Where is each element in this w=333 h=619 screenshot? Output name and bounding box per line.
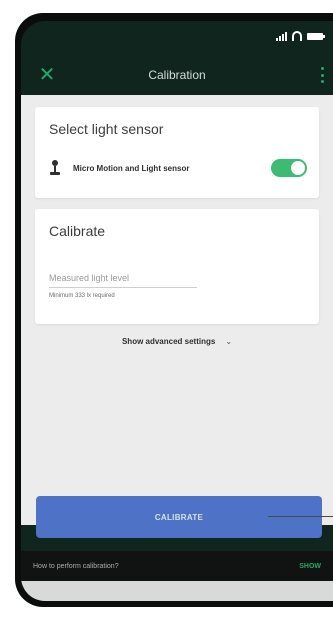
sensor-card-title: Select light sensor	[49, 121, 164, 137]
toggle-knob	[291, 161, 305, 175]
advanced-settings-toggle[interactable]: Show advanced settings ⌄	[21, 337, 333, 346]
sensor-toggle[interactable]	[271, 159, 307, 177]
sensor-icon	[49, 160, 61, 176]
bottom-nav-area	[21, 581, 333, 601]
helper-text: Minimum 333 lx required	[49, 293, 115, 299]
sensor-card: Select light sensor Micro Motion and Lig…	[35, 107, 319, 198]
calibrate-card-title: Calibrate	[49, 223, 106, 239]
app-screen: ✕ Calibration Select light sensor Micro …	[21, 21, 333, 601]
calibrate-button[interactable]: CALIBRATE	[36, 496, 322, 538]
snackbar-show-button[interactable]: SHOW	[299, 563, 321, 570]
battery-icon	[307, 32, 325, 40]
signal-icon	[276, 31, 287, 41]
app-bar: ✕ Calibration	[21, 55, 333, 95]
phone-frame: ✕ Calibration Select light sensor Micro …	[15, 13, 333, 607]
status-bar	[21, 21, 333, 55]
snackbar-text: How to perform calibration?	[33, 562, 119, 570]
measured-light-input[interactable]	[49, 269, 197, 288]
snackbar: How to perform calibration? SHOW	[21, 551, 333, 581]
page-title: Calibration	[148, 68, 206, 82]
advanced-settings-label: Show advanced settings	[121, 337, 216, 346]
sensor-name: Micro Motion and Light sensor	[73, 163, 190, 173]
calibrate-card: Calibrate Minimum 333 lx required	[35, 209, 319, 324]
callout-line	[268, 516, 333, 517]
more-menu-icon[interactable]	[319, 67, 325, 83]
sensor-row[interactable]: Micro Motion and Light sensor	[49, 155, 307, 181]
main-content: Select light sensor Micro Motion and Lig…	[21, 95, 333, 525]
wifi-icon	[292, 31, 302, 41]
status-icons	[276, 31, 325, 41]
chevron-down-icon: ⌄	[225, 337, 233, 346]
close-icon[interactable]: ✕	[37, 65, 57, 85]
